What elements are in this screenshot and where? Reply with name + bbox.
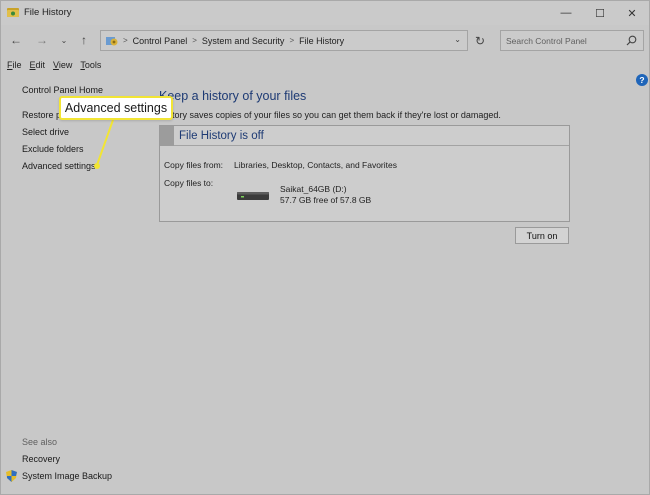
control-panel-home-link[interactable]: Control Panel Home bbox=[22, 85, 103, 95]
minimize-button[interactable]: — bbox=[549, 1, 583, 25]
exclude-folders-link[interactable]: Exclude folders bbox=[22, 144, 84, 154]
search-input[interactable] bbox=[506, 34, 621, 48]
menu-file[interactable]: File bbox=[4, 60, 25, 74]
breadcrumb-system-and-security[interactable]: System and Security bbox=[202, 36, 285, 46]
shield-icon bbox=[6, 470, 17, 482]
page-description: History saves copies of your files so yo… bbox=[159, 110, 501, 120]
breadcrumb-file-history[interactable]: File History bbox=[299, 36, 344, 46]
breadcrumb-separator: > bbox=[289, 36, 295, 45]
status-header: File History is off bbox=[160, 126, 569, 146]
status-title: File History is off bbox=[179, 130, 264, 142]
close-icon: ✕ bbox=[627, 7, 637, 20]
drive-free-space: 57.7 GB free of 57.8 GB bbox=[280, 195, 372, 205]
page-heading: Keep a history of your files bbox=[159, 89, 307, 103]
search-icon[interactable] bbox=[626, 35, 637, 46]
back-button[interactable]: ← bbox=[7, 31, 25, 49]
maximize-icon: ☐ bbox=[595, 7, 605, 20]
advanced-settings-callout: Advanced settings bbox=[59, 96, 173, 120]
file-history-app-icon bbox=[7, 8, 19, 17]
file-history-status-panel: File History is off Copy files from: Lib… bbox=[159, 125, 570, 222]
navigation-bar: ← → ⌄ ↑ > Control Panel > System and Sec… bbox=[1, 25, 649, 57]
minimize-icon: — bbox=[560, 7, 572, 19]
callout-pointer bbox=[94, 119, 114, 169]
address-dropdown-icon[interactable]: ⌄ bbox=[454, 35, 461, 44]
maximize-button[interactable]: ☐ bbox=[583, 1, 617, 25]
breadcrumb-separator: > bbox=[123, 36, 128, 45]
refresh-button[interactable]: ↻ bbox=[469, 30, 491, 51]
select-drive-link[interactable]: Select drive bbox=[22, 127, 69, 137]
recent-locations-button[interactable]: ⌄ bbox=[55, 31, 73, 49]
title-bar: File History — ☐ ✕ bbox=[1, 1, 649, 25]
callout-label: Advanced settings bbox=[64, 101, 168, 115]
control-panel-icon bbox=[106, 36, 118, 45]
status-indicator-bar bbox=[160, 126, 174, 146]
advanced-settings-link[interactable]: Advanced settings bbox=[22, 161, 96, 171]
window-title: File History bbox=[24, 7, 72, 18]
refresh-icon: ↻ bbox=[474, 33, 486, 48]
breadcrumb-separator: > bbox=[192, 36, 197, 45]
drive-icon bbox=[237, 192, 269, 200]
system-image-backup-label: System Image Backup bbox=[22, 471, 113, 481]
copy-from-label: Copy files from: bbox=[164, 160, 224, 170]
copy-from-value: Libraries, Desktop, Contacts, and Favori… bbox=[234, 160, 397, 170]
breadcrumb-control-panel[interactable]: Control Panel bbox=[133, 36, 188, 46]
search-box[interactable] bbox=[500, 30, 644, 51]
help-icon[interactable]: ? bbox=[636, 74, 648, 86]
copy-to-label: Copy files to: bbox=[164, 178, 214, 188]
menu-tools[interactable]: Tools bbox=[77, 60, 104, 74]
turn-on-button[interactable]: Turn on bbox=[515, 227, 569, 244]
back-arrow-icon: ← bbox=[10, 33, 22, 47]
up-arrow-icon: ↑ bbox=[81, 33, 87, 47]
address-bar[interactable]: > Control Panel > System and Security > … bbox=[100, 30, 468, 51]
menu-edit[interactable]: Edit bbox=[27, 60, 49, 74]
drive-name: Saikat_64GB (D:) bbox=[280, 184, 347, 194]
recovery-link[interactable]: Recovery bbox=[22, 454, 60, 464]
forward-arrow-icon: → bbox=[36, 33, 48, 47]
up-button[interactable]: ↑ bbox=[75, 31, 93, 49]
file-history-window: File History — ☐ ✕ ← → ⌄ ↑ > Control Pan… bbox=[0, 0, 650, 495]
menu-view[interactable]: View bbox=[50, 60, 75, 74]
restore-personal-files-link[interactable]: Restore p bbox=[22, 110, 61, 120]
system-image-backup-link[interactable]: System Image Backup bbox=[6, 470, 112, 482]
close-button[interactable]: ✕ bbox=[615, 1, 649, 25]
forward-button[interactable]: → bbox=[33, 31, 51, 49]
see-also-heading: See also bbox=[22, 437, 58, 447]
menu-bar: File Edit View Tools bbox=[1, 60, 106, 74]
chevron-down-icon: ⌄ bbox=[60, 35, 68, 45]
